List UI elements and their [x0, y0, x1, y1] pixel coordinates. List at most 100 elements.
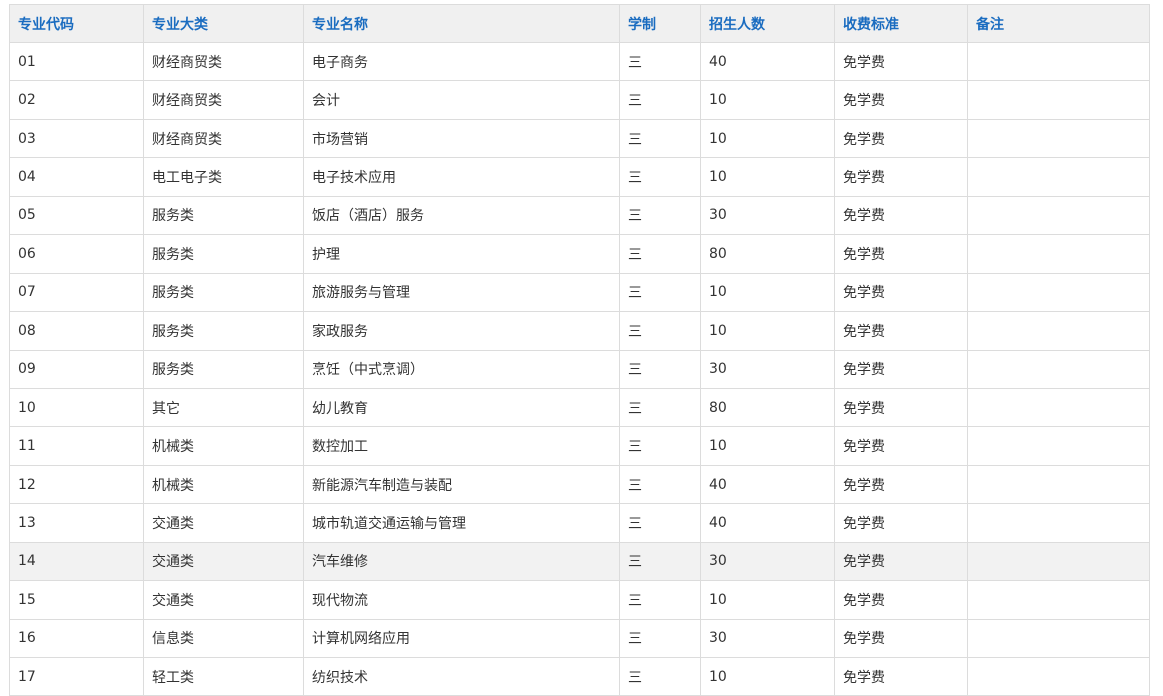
table-row: 15 交通类 现代物流三 10 免学费 — [9, 580, 1150, 620]
table-row: 02 财经商贸类 会计三 10 免学费 — [9, 80, 1150, 120]
cell-duration: 三 — [619, 311, 701, 351]
cell-major-code: 03 — [9, 118, 144, 159]
header-major-name: 专业名称 — [303, 4, 620, 43]
cell-remarks — [967, 503, 1150, 543]
cell-major-name: 纺织技术 — [303, 656, 620, 696]
cell-duration: 三 — [619, 195, 701, 236]
cell-enrollment: 10 — [700, 311, 835, 351]
table-row: 07 服务类 旅游服务与管理三 10 免学费 — [9, 272, 1150, 313]
cell-major-code: 12 — [9, 464, 144, 505]
cell-enrollment: 30 — [700, 618, 835, 659]
cell-enrollment: 10 — [700, 656, 835, 696]
cell-remarks — [967, 311, 1150, 351]
cell-major-category: 其它 — [143, 387, 304, 428]
cell-remarks — [967, 195, 1150, 236]
header-enrollment: 招生人数 — [700, 4, 835, 43]
cell-fee: 免学费 — [834, 541, 968, 582]
cell-major-name: 烹饪（中式烹调） — [303, 349, 620, 389]
cell-major-code: 02 — [9, 80, 144, 120]
cell-enrollment: 80 — [700, 387, 835, 428]
cell-major-name: 市场营销 — [303, 118, 620, 159]
cell-major-category: 交通类 — [143, 580, 304, 620]
cell-remarks — [967, 656, 1150, 696]
cell-major-category: 服务类 — [143, 195, 304, 236]
cell-major-code: 01 — [9, 41, 144, 82]
cell-major-name: 电子商务 — [303, 41, 620, 82]
cell-enrollment: 80 — [700, 234, 835, 274]
cell-enrollment: 40 — [700, 503, 835, 543]
table-row: 04 电工电子类 电子技术应用三 10 免学费 — [9, 157, 1150, 197]
cell-fee: 免学费 — [834, 464, 968, 505]
table-row: 05 服务类 饭店（酒店）服务三 30 免学费 — [9, 195, 1150, 236]
cell-remarks — [967, 541, 1150, 582]
cell-remarks — [967, 80, 1150, 120]
cell-major-name: 家政服务 — [303, 311, 620, 351]
cell-fee: 免学费 — [834, 234, 968, 274]
cell-fee: 免学费 — [834, 618, 968, 659]
cell-major-code: 04 — [9, 157, 144, 197]
cell-fee: 免学费 — [834, 118, 968, 159]
cell-major-category: 财经商贸类 — [143, 80, 304, 120]
cell-fee: 免学费 — [834, 41, 968, 82]
table-row: 06 服务类 护理三 80 免学费 — [9, 234, 1150, 274]
cell-major-name: 旅游服务与管理 — [303, 272, 620, 313]
table-row: 12 机械类 新能源汽车制造与装配三 40 免学费 — [9, 464, 1150, 505]
cell-enrollment: 30 — [700, 195, 835, 236]
header-remarks: 备注 — [967, 4, 1150, 43]
cell-duration: 三 — [619, 234, 701, 274]
cell-major-category: 交通类 — [143, 541, 304, 582]
table-row: 17 轻工类 纺织技术三 10 免学费 — [9, 656, 1150, 696]
cell-major-code: 07 — [9, 272, 144, 313]
header-fee: 收费标准 — [834, 4, 968, 43]
cell-duration: 三 — [619, 541, 701, 582]
cell-major-code: 15 — [9, 580, 144, 620]
cell-major-name: 现代物流 — [303, 580, 620, 620]
cell-duration: 三 — [619, 80, 701, 120]
header-major-category: 专业大类 — [143, 4, 304, 43]
enrollment-table: 专业代码 专业大类 专业名称 学制 招生人数 收费标准 备注 01 财经商贸类 电子… — [9, 4, 1150, 696]
cell-major-name: 汽车维修 — [303, 541, 620, 582]
cell-major-name: 计算机网络应用 — [303, 618, 620, 659]
cell-remarks — [967, 272, 1150, 313]
cell-fee: 免学费 — [834, 426, 968, 466]
cell-major-name: 新能源汽车制造与装配 — [303, 464, 620, 505]
cell-duration: 三 — [619, 272, 701, 313]
cell-fee: 免学费 — [834, 503, 968, 543]
header-duration: 学制 — [619, 4, 701, 43]
table-row: 08 服务类 家政服务三 10 免学费 — [9, 311, 1150, 351]
cell-major-name: 城市轨道交通运输与管理 — [303, 503, 620, 543]
cell-enrollment: 10 — [700, 272, 835, 313]
cell-fee: 免学费 — [834, 80, 968, 120]
cell-major-category: 服务类 — [143, 311, 304, 351]
cell-duration: 三 — [619, 580, 701, 620]
cell-duration: 三 — [619, 41, 701, 82]
cell-major-category: 电工电子类 — [143, 157, 304, 197]
cell-enrollment: 10 — [700, 157, 835, 197]
header-major-code: 专业代码 — [9, 4, 144, 43]
cell-major-category: 机械类 — [143, 426, 304, 466]
cell-major-category: 服务类 — [143, 349, 304, 389]
cell-remarks — [967, 618, 1150, 659]
table-row: 14 交通类 汽车维修三 30 免学费 — [9, 541, 1150, 582]
cell-fee: 免学费 — [834, 195, 968, 236]
cell-remarks — [967, 349, 1150, 389]
cell-major-code: 11 — [9, 426, 144, 466]
cell-major-name: 饭店（酒店）服务 — [303, 195, 620, 236]
cell-major-category: 机械类 — [143, 464, 304, 505]
cell-major-code: 14 — [9, 541, 144, 582]
cell-duration: 三 — [619, 618, 701, 659]
cell-major-category: 轻工类 — [143, 656, 304, 696]
header-row: 专业代码 专业大类 专业名称 学制 招生人数 收费标准 备注 — [9, 4, 1150, 43]
cell-major-code: 17 — [9, 656, 144, 696]
cell-remarks — [967, 387, 1150, 428]
cell-major-name: 护理 — [303, 234, 620, 274]
cell-fee: 免学费 — [834, 349, 968, 389]
cell-fee: 免学费 — [834, 387, 968, 428]
cell-duration: 三 — [619, 656, 701, 696]
cell-remarks — [967, 580, 1150, 620]
cell-enrollment: 10 — [700, 426, 835, 466]
cell-major-category: 财经商贸类 — [143, 41, 304, 82]
cell-major-code: 05 — [9, 195, 144, 236]
table-row: 03 财经商贸类 市场营销三 10 免学费 — [9, 118, 1150, 159]
cell-fee: 免学费 — [834, 580, 968, 620]
